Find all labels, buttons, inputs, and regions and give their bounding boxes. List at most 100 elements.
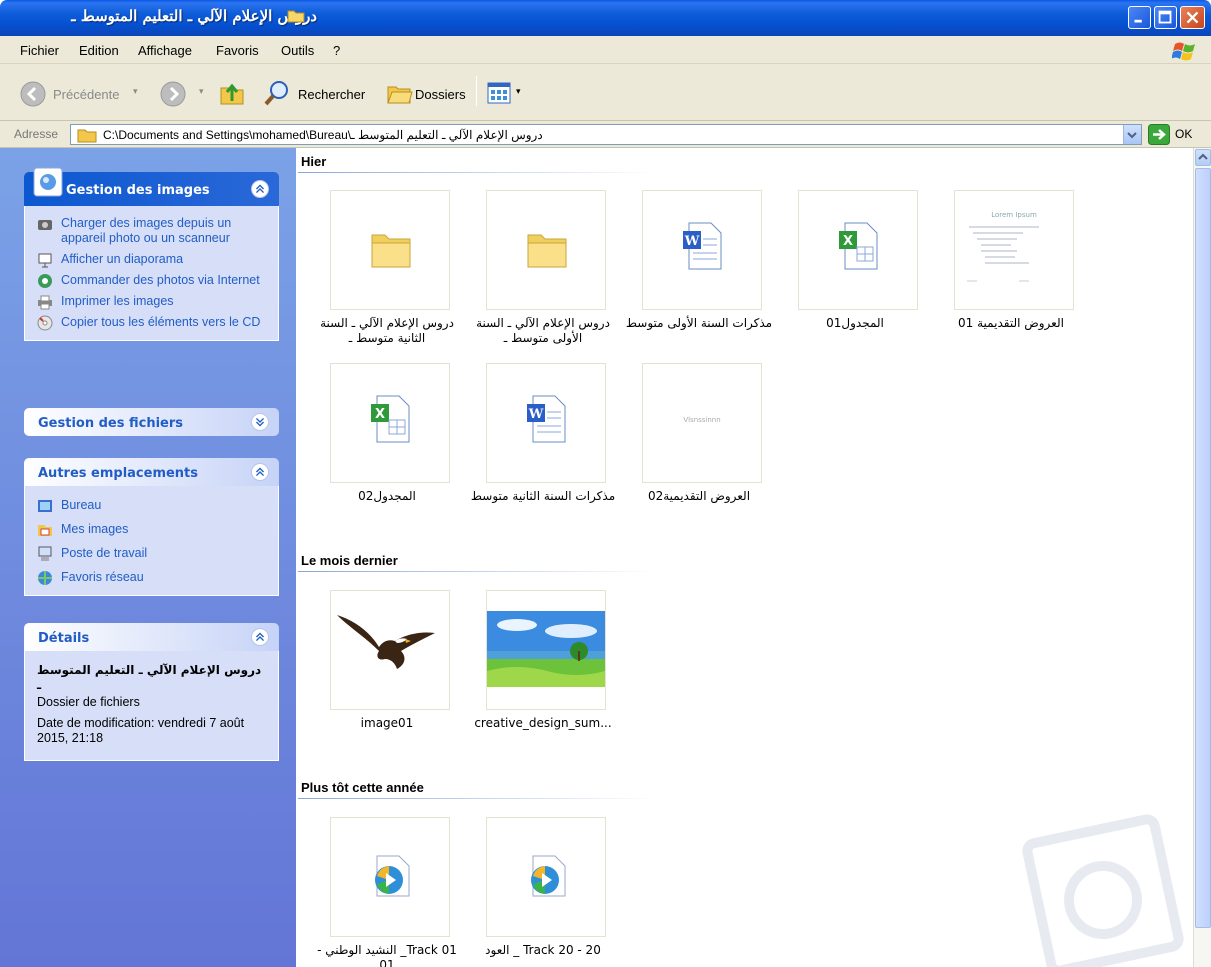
task-load-images[interactable]: Charger des images depuis un appareil ph… (37, 216, 268, 246)
group-header-last-month: Le mois dernier (301, 553, 398, 568)
chevron-up-icon[interactable] (251, 628, 269, 646)
back-icon[interactable] (20, 81, 46, 107)
views-icon[interactable] (487, 82, 511, 104)
address-dropdown-button[interactable] (1123, 125, 1141, 144)
file-view[interactable]: Hier دروس الإعلام الآلي ـ السنة الثانية … (296, 148, 1193, 967)
file-name: image01 (360, 716, 414, 730)
svg-text:X: X (843, 234, 853, 249)
folders-button[interactable]: Dossiers (415, 87, 466, 102)
task-copy-to-cd[interactable]: Copier tous les éléments vers le CD (37, 315, 268, 331)
svg-text:W: W (528, 407, 544, 422)
thumbnail: X (798, 190, 918, 310)
forward-icon[interactable] (160, 81, 186, 107)
maximize-button[interactable] (1154, 6, 1177, 29)
file-name: مذكرات السنة الثانية متوسط (470, 489, 616, 503)
thumbnail (330, 190, 450, 310)
excel-document-icon: X (839, 222, 878, 270)
place-mes-images[interactable]: Mes images (37, 522, 268, 537)
address-label: Adresse (14, 127, 59, 141)
word-document-icon: W (683, 222, 722, 270)
svg-text:X: X (375, 407, 385, 422)
folder-icon (77, 129, 97, 143)
details-title: Détails (38, 631, 90, 646)
scroll-up-button[interactable] (1195, 149, 1211, 166)
thumbnail: X (330, 363, 450, 483)
chevron-up-icon[interactable] (251, 463, 269, 481)
file-name: Track 01_ النشيد الوطني - 01 (317, 943, 457, 967)
landscape-image (487, 611, 605, 687)
other-places-title: Autres emplacements (38, 466, 199, 481)
folders-icon[interactable] (386, 79, 414, 107)
media-player-icon (375, 855, 410, 897)
toolbar: Précédente ▾ ▾ Rechercher Dossiers ▾ (0, 64, 1211, 121)
back-button[interactable]: Précédente (53, 87, 120, 102)
details-body: دروس الإعلام الآلي ـ التعليم المتوسط ـ D… (24, 651, 279, 761)
windows-logo-icon (1172, 42, 1195, 61)
my-computer-icon (38, 546, 52, 561)
task-print-images[interactable]: Imprimer les images (37, 294, 268, 310)
file-tasks-title: Gestion des fichiers (38, 416, 184, 431)
place-poste-de-travail[interactable]: Poste de travail (37, 546, 268, 561)
image-tasks-header[interactable]: Gestion des images (24, 167, 279, 206)
search-icon[interactable] (262, 78, 292, 108)
menu-favoris[interactable]: Favoris (216, 43, 259, 58)
task-slideshow[interactable]: Afficher un diaporama (37, 252, 268, 268)
back-dropdown-icon[interactable]: ▾ (133, 86, 138, 97)
minimize-button[interactable] (1128, 6, 1151, 29)
go-button[interactable]: OK (1175, 127, 1192, 141)
menu-affichage[interactable]: Affichage (138, 43, 192, 58)
file-name: العروض التقديمية02 (647, 489, 751, 503)
task-pane: Gestion des images Charger des images de… (0, 148, 296, 967)
place-bureau[interactable]: Bureau (37, 498, 268, 513)
slide-thumb-title: Lorem Ipsum (991, 211, 1037, 219)
folder-up-icon[interactable] (218, 79, 246, 107)
file-name: المجدول02 (358, 489, 416, 503)
scroll-thumb[interactable] (1195, 168, 1211, 928)
desktop-icon (38, 500, 52, 512)
file-tasks-panel: Gestion des fichiers (24, 408, 279, 436)
file-name: المجدول01 (826, 316, 884, 330)
image-tasks-body: Charger des images depuis un appareil ph… (24, 206, 279, 341)
slide-preview-icon (967, 226, 1039, 282)
details-header[interactable]: Détails (24, 623, 279, 651)
address-input[interactable]: C:\Documents and Settings\mohamed\Bureau… (70, 124, 1142, 145)
printer-icon (38, 295, 52, 310)
go-arrow-icon[interactable] (1148, 124, 1170, 145)
thumbnail (330, 590, 450, 710)
folder-icon (287, 10, 305, 23)
thumbnail (486, 590, 606, 710)
vertical-scrollbar[interactable] (1193, 148, 1211, 967)
chevron-down-icon (1127, 132, 1137, 139)
slide-thumb-title: Vlsnssinnn (683, 416, 721, 424)
task-order-photos[interactable]: Commander des photos via Internet (37, 273, 268, 288)
group-divider (298, 571, 658, 572)
my-pictures-icon (38, 525, 52, 536)
group-header-earlier-this-year: Plus tôt cette année (301, 780, 424, 795)
forward-dropdown-icon[interactable]: ▾ (199, 86, 204, 97)
chevron-down-icon[interactable] (251, 413, 269, 431)
window-title: دروس الإعلام الآلي ـ التعليم المتوسط ـ (71, 7, 317, 25)
pictures-watermark-icon (1022, 814, 1184, 967)
camera-icon (38, 220, 52, 230)
search-button[interactable]: Rechercher (298, 87, 365, 102)
excel-document-icon: X (371, 395, 410, 443)
group-header-hier: Hier (301, 154, 327, 169)
place-favoris-reseau[interactable]: Favoris réseau (37, 570, 268, 585)
chevron-up-icon[interactable] (251, 180, 269, 198)
menu-edition[interactable]: Edition (79, 43, 119, 58)
file-name: دروس الإعلام الآلي ـ السنة الثانية متوسط… (320, 316, 454, 345)
folder-icon (371, 234, 411, 268)
image-tasks-title: Gestion des images (66, 183, 210, 198)
menu-outils[interactable]: Outils (281, 43, 314, 58)
thumbnail: W (642, 190, 762, 310)
file-tasks-header[interactable]: Gestion des fichiers (24, 408, 279, 436)
views-dropdown-icon[interactable]: ▾ (516, 86, 521, 97)
close-button[interactable] (1180, 6, 1205, 29)
other-places-body: Bureau Mes images Poste de travail Favor… (24, 486, 279, 596)
menu-help[interactable]: ? (333, 43, 340, 58)
details-item-name: دروس الإعلام الآلي ـ التعليم المتوسط ـ (37, 663, 262, 692)
menu-fichier[interactable]: Fichier (20, 43, 59, 58)
other-places-header[interactable]: Autres emplacements (24, 458, 279, 486)
title-bar[interactable]: دروس الإعلام الآلي ـ التعليم المتوسط ـ (0, 0, 1211, 36)
file-name: Track 20 - 20 _ العود (485, 943, 601, 957)
